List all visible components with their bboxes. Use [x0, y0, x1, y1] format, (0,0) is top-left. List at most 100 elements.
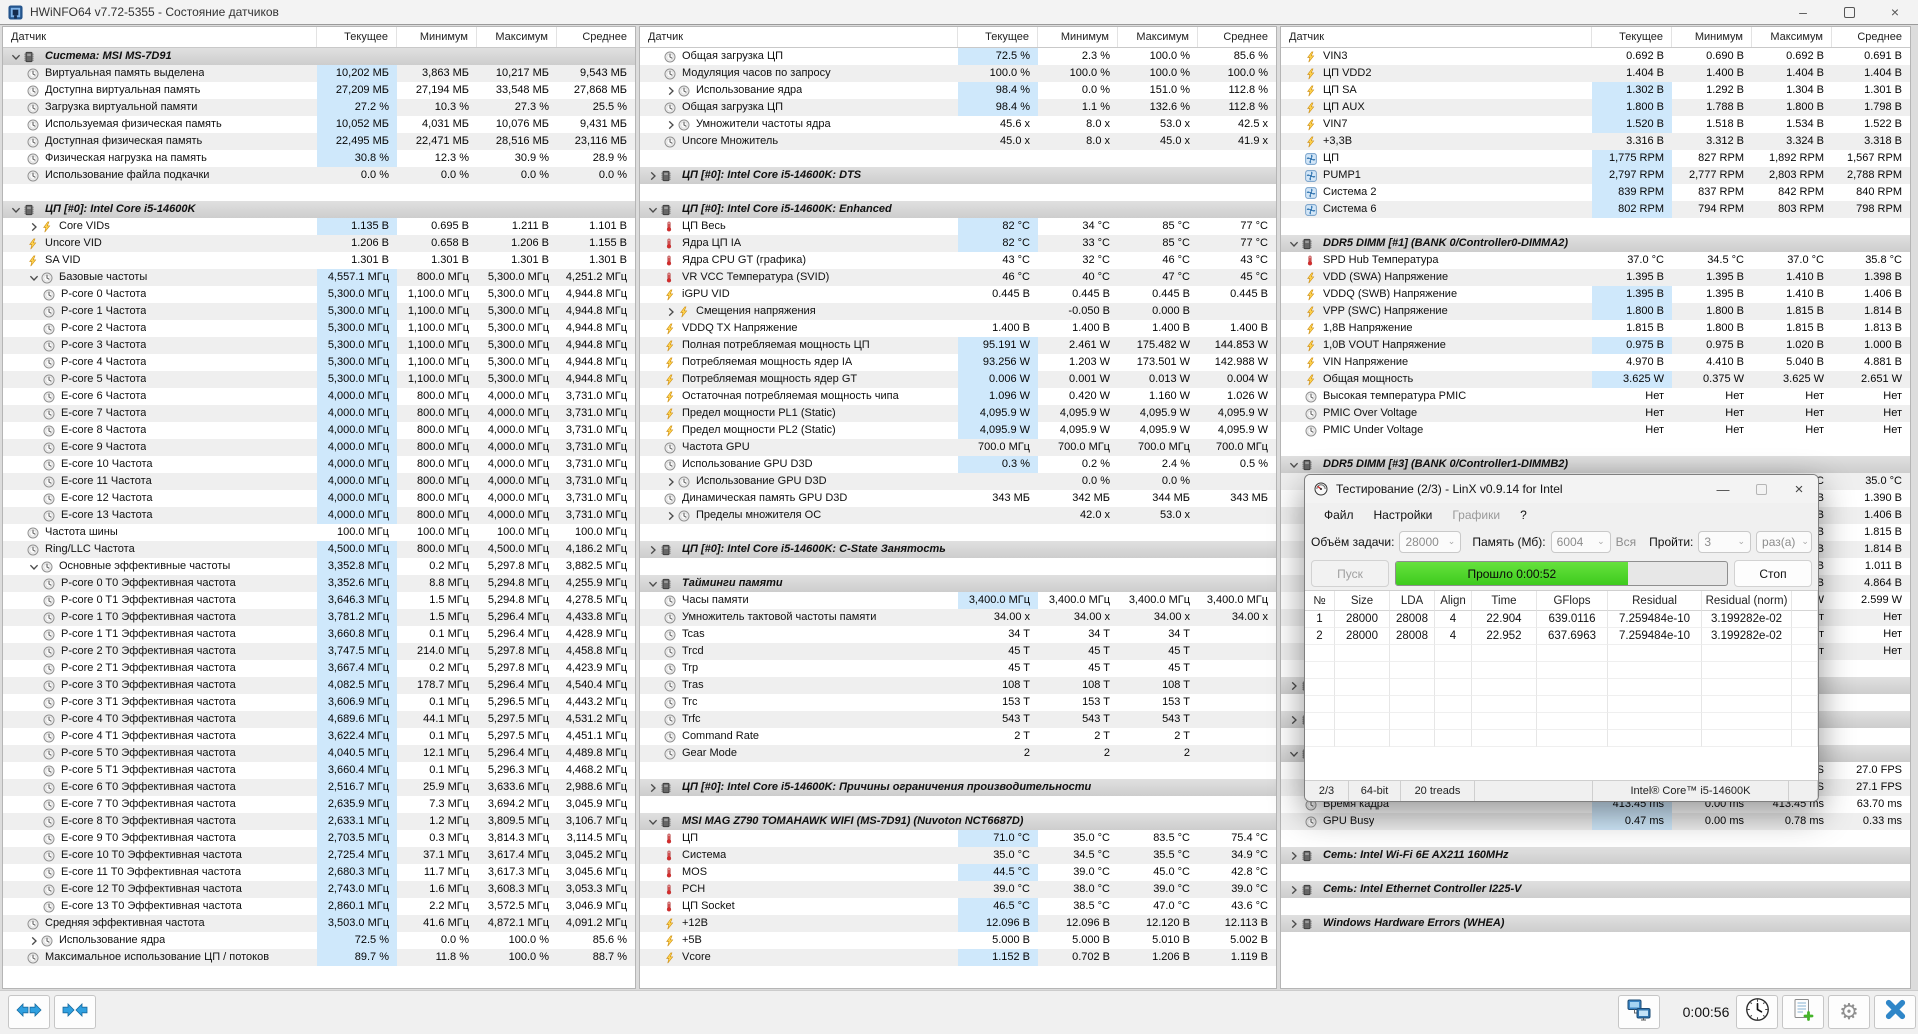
- sensor-row[interactable]: Частота шины 100.0 МГц 100.0 МГц 100.0 МГц 1…: [3, 524, 635, 541]
- sensor-row[interactable]: SPD Hub Температура 37.0 °C 34.5 °C 37.0 °C…: [1281, 252, 1910, 269]
- menu-help[interactable]: ?: [1511, 506, 1536, 524]
- sensor-row[interactable]: Trp 45 T 45 T 45 T: [640, 660, 1276, 677]
- sensor-row[interactable]: Система 2 839 RPM 837 RPM 842 RPM 840 RPM: [1281, 184, 1910, 201]
- section-header-row[interactable]: Windows Hardware Errors (WHEA): [1281, 915, 1910, 932]
- sensor-row[interactable]: ЦП Socket 46.5 °C 38.5 °C 47.0 °C 43.6 °C: [640, 898, 1276, 915]
- chevron-right-icon[interactable]: [646, 545, 660, 555]
- sensor-row[interactable]: PMIC Over Voltage Нет Нет Нет Нет: [1281, 405, 1910, 422]
- sensor-row[interactable]: Потребляемая мощность ядер GT 0.006 W 0.00…: [640, 371, 1276, 388]
- sensor-row[interactable]: Система 35.0 °C 34.5 °C 35.5 °C 34.9 °C: [640, 847, 1276, 864]
- sensor-row[interactable]: E-core 6 Частота 4,000.0 МГц 800.0 МГц 4,00…: [3, 388, 635, 405]
- chevron-down-icon[interactable]: [1287, 239, 1301, 249]
- header-current[interactable]: Текущее: [317, 27, 397, 47]
- sensor-row[interactable]: P-core 1 T1 Эффективная частота 3,660.8 М…: [3, 626, 635, 643]
- chevron-right-icon[interactable]: [1287, 715, 1301, 725]
- chevron-down-icon[interactable]: [27, 273, 41, 283]
- sensor-row[interactable]: Умножитель тактовой частоты памяти 34.00 …: [640, 609, 1276, 626]
- header-avg[interactable]: Среднее: [1832, 27, 1910, 47]
- sensor-row[interactable]: Высокая температура PMIC Нет Нет Нет Нет: [1281, 388, 1910, 405]
- sensor-row[interactable]: ЦП Весь 82 °C 34 °C 85 °C 77 °C: [640, 218, 1276, 235]
- sensor-row[interactable]: Основные эффективные частоты 3,352.8 МГц 0…: [3, 558, 635, 575]
- sensor-row[interactable]: E-core 10 T0 Эффективная частота 2,725.4 …: [3, 847, 635, 864]
- chevron-right-icon[interactable]: [646, 783, 660, 793]
- sensor-row[interactable]: 1,0В VOUT Напряжение 0.975 В 0.975 В 1.020 …: [1281, 337, 1910, 354]
- header-sensor[interactable]: Датчик: [640, 27, 958, 47]
- sensor-row[interactable]: Использование GPU D3D 0.3 % 0.2 % 2.4 % 0.5 …: [640, 456, 1276, 473]
- sensor-row[interactable]: Полная потребляемая мощность ЦП 95.191 W 2…: [640, 337, 1276, 354]
- sensor-row[interactable]: E-core 6 T0 Эффективная частота 2,516.7 М…: [3, 779, 635, 796]
- sensor-row[interactable]: P-core 1 Частота 5,300.0 МГц 1,100.0 МГц 5,…: [3, 303, 635, 320]
- sensor-row[interactable]: Частота GPU 700.0 МГц 700.0 МГц 700.0 МГц 70…: [640, 439, 1276, 456]
- header-min[interactable]: Минимум: [397, 27, 477, 47]
- sensor-row[interactable]: Tras 108 T 108 T 108 T: [640, 677, 1276, 694]
- sensor-row[interactable]: P-core 3 T1 Эффективная частота 3,606.9 М…: [3, 694, 635, 711]
- linx-close-button[interactable]: ×: [1780, 475, 1818, 503]
- chevron-right-icon[interactable]: [1287, 851, 1301, 861]
- sensor-row[interactable]: Использование GPU D3D 0.0 % 0.0 %: [640, 473, 1276, 490]
- sensor-row[interactable]: E-core 8 T0 Эффективная частота 2,633.1 М…: [3, 813, 635, 830]
- sensor-row[interactable]: P-core 4 T0 Эффективная частота 4,689.6 М…: [3, 711, 635, 728]
- sensor-row[interactable]: ЦП VDD2 1.404 В 1.400 В 1.404 В 1.404 В: [1281, 65, 1910, 82]
- runs-unit-select[interactable]: раз(а) ⌄: [1756, 530, 1813, 553]
- sensor-row[interactable]: Система 6 802 RPM 794 RPM 803 RPM 798 RPM: [1281, 201, 1910, 218]
- sensor-row[interactable]: Базовые частоты 4,557.1 МГц 800.0 МГц 5,300…: [3, 269, 635, 286]
- sensor-row[interactable]: P-core 4 Частота 5,300.0 МГц 1,100.0 МГц 5,…: [3, 354, 635, 371]
- section-header-row[interactable]: MSI MAG Z790 TOMAHAWK WIFI (MS-7D91) (Nu…: [640, 813, 1276, 830]
- exit-button[interactable]: [1874, 995, 1916, 1029]
- sensor-row[interactable]: E-core 8 Частота 4,000.0 МГц 800.0 МГц 4,00…: [3, 422, 635, 439]
- sensor-row[interactable]: +3,3В 3.316 В 3.312 В 3.324 В 3.318 В: [1281, 133, 1910, 150]
- sensor-row[interactable]: E-core 13 T0 Эффективная частота 2,860.1 …: [3, 898, 635, 915]
- sensor-row[interactable]: Смещения напряжения -0.050 В 0.000 В: [640, 303, 1276, 320]
- sensor-row[interactable]: P-core 1 T0 Эффективная частота 3,781.2 М…: [3, 609, 635, 626]
- sensor-row[interactable]: Предел мощности PL1 (Static) 4,095.9 W 4,0…: [640, 405, 1276, 422]
- sensor-row[interactable]: Динамическая память GPU D3D 343 МБ 342 МБ 3…: [640, 490, 1276, 507]
- sensor-row[interactable]: Пределы множителя ОС 42.0 x 53.0 x: [640, 507, 1276, 524]
- sensor-row[interactable]: Умножители частоты ядра 45.6 x 8.0 x 53.0 x…: [640, 116, 1276, 133]
- header-avg[interactable]: Среднее: [1198, 27, 1276, 47]
- sensor-row[interactable]: E-core 7 Частота 4,000.0 МГц 800.0 МГц 4,00…: [3, 405, 635, 422]
- menu-file[interactable]: Файл: [1315, 506, 1363, 524]
- section-header-row[interactable]: ЦП [#0]: Intel Core i5-14600K: DTS: [640, 167, 1276, 184]
- sensor-row[interactable]: Загрузка виртуальной памяти 27.2 % 10.3 % 2…: [3, 99, 635, 116]
- sensor-row[interactable]: E-core 10 Частота 4,000.0 МГц 800.0 МГц 4,0…: [3, 456, 635, 473]
- sensor-row[interactable]: Trc 153 T 153 T 153 T: [640, 694, 1276, 711]
- sensor-row[interactable]: PUMP1 2,797 RPM 2,777 RPM 2,803 RPM 2,788 RP…: [1281, 167, 1910, 184]
- sensor-row[interactable]: P-core 5 T0 Эффективная частота 4,040.5 М…: [3, 745, 635, 762]
- linx-minimize-button[interactable]: —: [1704, 475, 1742, 503]
- sensor-row[interactable]: GPU Busy 0.47 ms 0.00 ms 0.78 ms 0.33 ms: [1281, 813, 1910, 830]
- sensor-row[interactable]: Используемая физическая память 10,052 МБ 4…: [3, 116, 635, 133]
- sensor-row[interactable]: Использование ядра 98.4 % 0.0 % 151.0 % 112.…: [640, 82, 1276, 99]
- sensor-row[interactable]: E-core 12 Частота 4,000.0 МГц 800.0 МГц 4,0…: [3, 490, 635, 507]
- settings-button[interactable]: ⚙: [1828, 995, 1870, 1029]
- sensor-row[interactable]: E-core 11 Частота 4,000.0 МГц 800.0 МГц 4,0…: [3, 473, 635, 490]
- sensor-row[interactable]: VDDQ (SWB) Напряжение 1.395 В 1.395 В 1.410…: [1281, 286, 1910, 303]
- chevron-down-icon[interactable]: [9, 205, 23, 215]
- section-header-row[interactable]: Сеть: Intel Ethernet Controller I225-V: [1281, 881, 1910, 898]
- sensor-row[interactable]: P-core 2 Частота 5,300.0 МГц 1,100.0 МГц 5,…: [3, 320, 635, 337]
- sensor-row[interactable]: iGPU VID 0.445 В 0.445 В 0.445 В 0.445 В: [640, 286, 1276, 303]
- sensor-row[interactable]: Виртуальная память выделена 10,202 МБ 3,86…: [3, 65, 635, 82]
- remote-monitoring-button[interactable]: [1618, 995, 1660, 1029]
- sensor-row[interactable]: Предел мощности PL2 (Static) 4,095.9 W 4,0…: [640, 422, 1276, 439]
- linx-result-row[interactable]: 2 28000 28008 4 22.952 637.6963 7.259484e-10 3.…: [1305, 628, 1818, 645]
- sensor-row[interactable]: VIN3 0.692 В 0.690 В 0.692 В 0.691 В: [1281, 48, 1910, 65]
- sensor-row[interactable]: VDDQ TX Напряжение 1.400 В 1.400 В 1.400 В 1…: [640, 320, 1276, 337]
- sensor-row[interactable]: Остаточная потребляемая мощность чипа 1.0…: [640, 388, 1276, 405]
- chevron-down-icon[interactable]: [646, 817, 660, 827]
- sensor-row[interactable]: Uncore Множитель 45.0 x 8.0 x 45.0 x 41.9 x: [640, 133, 1276, 150]
- sensor-row[interactable]: Доступная физическая память 22,495 МБ 22,4…: [3, 133, 635, 150]
- sensor-row[interactable]: Часы памяти 3,400.0 МГц 3,400.0 МГц 3,400.0…: [640, 592, 1276, 609]
- header-sensor[interactable]: Датчик: [1281, 27, 1592, 47]
- header-current[interactable]: Текущее: [958, 27, 1038, 47]
- section-header-row[interactable]: Тайминги памяти: [640, 575, 1276, 592]
- sensor-row[interactable]: Vcore 1.152 В 0.702 В 1.206 В 1.119 В: [640, 949, 1276, 966]
- sensor-row[interactable]: Общая загрузка ЦП 98.4 % 1.1 % 132.6 % 112.8…: [640, 99, 1276, 116]
- sensor-row[interactable]: Ring/LLC Частота 4,500.0 МГц 800.0 МГц 4,50…: [3, 541, 635, 558]
- sensor-row[interactable]: ЦП SA 1.302 В 1.292 В 1.304 В 1.301 В: [1281, 82, 1910, 99]
- memory-select[interactable]: 6004 ⌄: [1550, 530, 1611, 553]
- start-button[interactable]: Пуск: [1311, 560, 1389, 587]
- section-header-row[interactable]: ЦП [#0]: Intel Core i5-14600K: Причины о…: [640, 779, 1276, 796]
- sensor-row[interactable]: Максимальное использование ЦП / потоков 8…: [3, 949, 635, 966]
- menu-graphs[interactable]: Графики: [1443, 506, 1509, 524]
- section-header-row[interactable]: Система: MSI MS-7D91: [3, 48, 635, 65]
